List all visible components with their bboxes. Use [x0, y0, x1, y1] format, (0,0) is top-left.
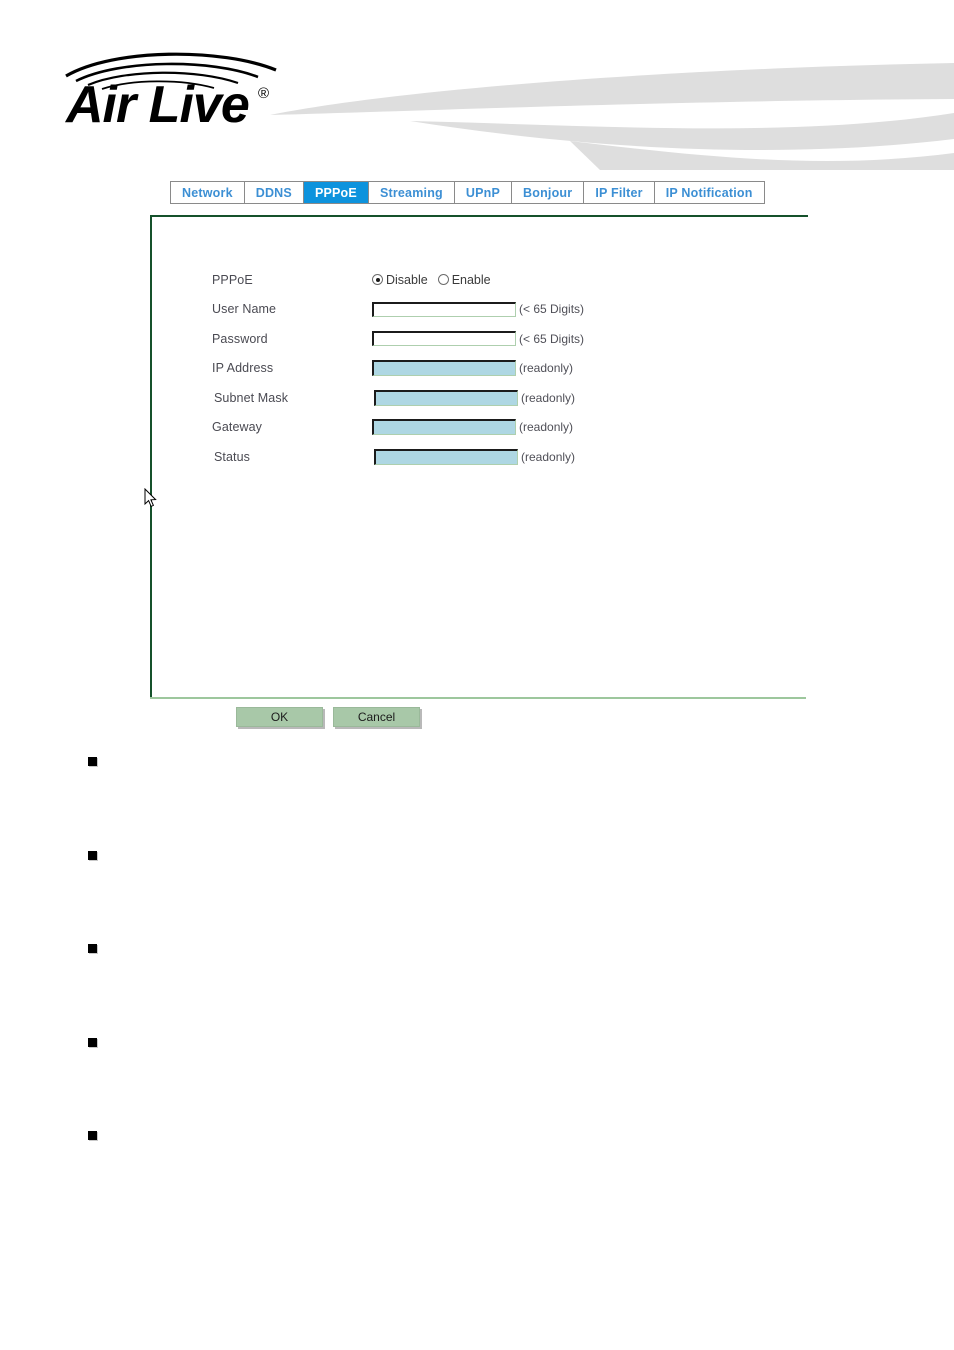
- form-action-bar[interactable]: OK Cancel: [236, 707, 420, 727]
- radio-disable-icon[interactable]: [372, 274, 383, 286]
- mouse-pointer-icon: [144, 487, 158, 508]
- square-bullet-icon: [88, 850, 97, 860]
- tab-upnp[interactable]: UPnP: [454, 182, 513, 203]
- form-row-ip-address: IP Address (readonly): [212, 354, 584, 384]
- tab-network[interactable]: Network: [171, 182, 245, 203]
- list-item: [88, 942, 918, 1036]
- square-bullet-icon: [88, 944, 97, 953]
- list-item: [88, 1036, 918, 1130]
- brand-header: Air Live ®: [0, 0, 954, 170]
- ok-button[interactable]: OK: [236, 707, 323, 727]
- form-row-password: Password (< 65 Digits): [212, 324, 584, 354]
- label-ip-address: IP Address: [212, 361, 274, 376]
- tab-ip-notification[interactable]: IP Notification: [654, 182, 764, 203]
- gateway-field: [372, 419, 516, 436]
- radio-enable-icon[interactable]: [437, 274, 449, 286]
- label-subnet-mask: Subnet Mask: [214, 390, 289, 405]
- label-user-name: User Name: [212, 302, 277, 317]
- radio-disable-label: Disable: [386, 272, 428, 287]
- subnet-mask-field: [374, 389, 518, 406]
- hint-gateway: (readonly): [519, 420, 574, 435]
- pppoe-form: PPPoE Disable Enable User Name (< 65 Dig…: [212, 265, 584, 472]
- list-item: [88, 1129, 918, 1223]
- svg-text:Air Live: Air Live: [64, 76, 249, 130]
- tab-ddns[interactable]: DDNS: [244, 182, 304, 203]
- label-password: Password: [212, 331, 268, 346]
- password-input[interactable]: [372, 331, 516, 347]
- user-name-input[interactable]: [372, 301, 516, 317]
- ip-address-field: [372, 360, 516, 377]
- hint-ip-address: (readonly): [519, 361, 574, 376]
- pppoe-radio-group[interactable]: Disable Enable: [372, 273, 491, 287]
- tab-bonjour[interactable]: Bonjour: [512, 182, 585, 203]
- cancel-button[interactable]: Cancel: [333, 707, 420, 727]
- form-row-status: Status (readonly): [212, 442, 584, 472]
- list-item: [88, 849, 918, 943]
- square-bullet-icon: [88, 757, 97, 766]
- hint-status: (readonly): [521, 449, 576, 464]
- hint-subnet-mask: (readonly): [521, 390, 576, 405]
- svg-text:®: ®: [258, 85, 269, 102]
- notes-list: [88, 755, 918, 1223]
- pppoe-settings-panel: PPPoE Disable Enable User Name (< 65 Dig…: [150, 215, 808, 698]
- settings-tab-bar[interactable]: Network DDNS PPPoE Streaming UPnP Bonjou…: [170, 181, 765, 204]
- airlive-logo: Air Live ®: [62, 50, 302, 134]
- radio-option-disable[interactable]: Disable: [372, 273, 428, 287]
- list-item: [88, 755, 918, 849]
- square-bullet-icon: [88, 1131, 97, 1140]
- form-row-user-name: User Name (< 65 Digits): [212, 295, 584, 325]
- label-gateway: Gateway: [212, 420, 263, 435]
- radio-enable-label: Enable: [451, 272, 491, 287]
- tab-ip-filter[interactable]: IP Filter: [584, 182, 655, 203]
- status-field: [374, 448, 518, 465]
- header-swoosh-icon: [270, 63, 954, 170]
- square-bullet-icon: [88, 1037, 97, 1047]
- hint-password: (< 65 Digits): [519, 331, 585, 346]
- form-row-pppoe: PPPoE Disable Enable: [212, 265, 584, 295]
- label-pppoe: PPPoE: [212, 272, 253, 287]
- radio-option-enable[interactable]: Enable: [437, 272, 491, 287]
- panel-bottom-divider: [150, 697, 806, 699]
- tab-streaming[interactable]: Streaming: [368, 182, 455, 203]
- header-swoosh-graphic: [270, 55, 954, 170]
- hint-user-name: (< 65 Digits): [519, 302, 585, 317]
- form-row-gateway: Gateway (readonly): [212, 413, 584, 443]
- label-status: Status: [214, 449, 251, 464]
- form-row-subnet-mask: Subnet Mask (readonly): [212, 383, 584, 413]
- tab-pppoe[interactable]: PPPoE: [303, 182, 369, 203]
- airlive-arc-logo-icon: Air Live ®: [64, 52, 277, 134]
